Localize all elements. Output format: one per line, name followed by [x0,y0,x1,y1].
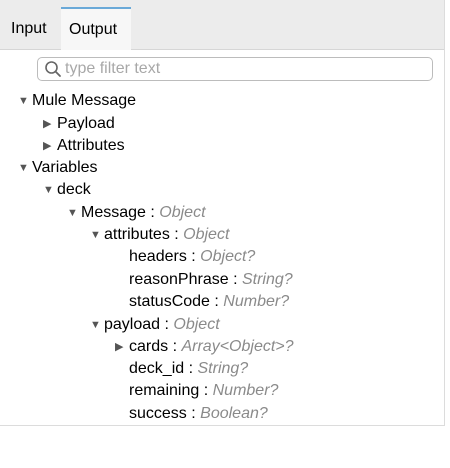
expanded-triangle-icon[interactable]: ▼ [18,90,32,112]
tree-node-deck-id[interactable]: deck_id : String? [115,358,248,380]
node-type: String? [241,271,293,288]
filter-input[interactable] [65,59,425,79]
expanded-triangle-icon[interactable]: ▼ [90,224,104,246]
node-label: Variables [32,159,98,176]
type-separator: : [186,405,201,422]
tree-node-reason-phrase[interactable]: reasonPhrase : String? [115,269,293,291]
tree-node-message[interactable]: ▼ Message : Object [67,202,206,224]
expanded-triangle-icon[interactable]: ▼ [18,157,32,179]
type-separator: : [209,293,224,310]
tree-node-variables[interactable]: ▼ Variables [18,157,98,179]
node-type: Object [183,226,230,243]
node-label: Attributes [57,137,125,154]
node-label: Mule Message [32,92,137,109]
node-label: statusCode [129,293,210,310]
node-label: remaining [129,382,200,399]
expanded-triangle-icon[interactable]: ▼ [90,314,104,336]
tree-node-message-payload[interactable]: ▼ payload : Object [90,314,220,336]
tab-input[interactable]: Input [0,7,60,50]
node-label: headers [129,248,187,265]
collapsed-triangle-icon[interactable]: ▶ [115,336,129,358]
type-separator: : [199,382,213,399]
node-label: deck_id [129,360,185,377]
filter-box[interactable] [37,57,433,81]
expanded-triangle-icon[interactable]: ▼ [67,202,81,224]
tab-output[interactable]: Output [61,7,131,50]
tree-node-headers[interactable]: headers : Object? [115,246,255,268]
tab-output-label: Output [69,21,118,38]
node-label: success [129,405,187,422]
type-separator: : [145,204,160,221]
node-type: Array<Object>? [181,338,294,355]
tree-node-attributes[interactable]: ▶ Attributes [43,135,125,157]
node-type: Number? [212,382,279,399]
collapsed-triangle-icon[interactable]: ▶ [43,135,57,157]
node-type: Object? [200,248,256,265]
node-label: cards [129,338,169,355]
search-icon [45,61,61,77]
tree-node-mule-message[interactable]: ▼ Mule Message [18,90,136,112]
node-label: reasonPhrase [129,271,229,288]
tree-node-payload[interactable]: ▶ Payload [43,113,115,135]
type-separator: : [169,226,184,243]
tab-bar: Input Output [0,0,444,50]
tree-node-cards[interactable]: ▶ cards : Array<Object>? [115,336,294,358]
node-label: payload [104,316,161,333]
tree-node-deck[interactable]: ▼ deck [43,179,91,201]
tree-node-success[interactable]: success : Boolean? [115,403,268,425]
expanded-triangle-icon[interactable]: ▼ [43,179,57,201]
type-separator: : [160,316,174,333]
type-separator: : [184,360,198,377]
node-type: Object [159,204,206,221]
node-type: String? [197,360,249,377]
node-label: Message [81,204,146,221]
node-label: deck [57,181,91,198]
type-separator: : [186,248,201,265]
node-label: Payload [57,115,115,132]
node-type: Boolean? [200,405,268,422]
tree-node-message-attributes[interactable]: ▼ attributes : Object [90,224,229,246]
node-type: Number? [223,293,290,310]
type-separator: : [228,271,242,288]
node-type: Object [173,316,220,333]
tab-input-label: Input [11,20,47,37]
collapsed-triangle-icon[interactable]: ▶ [43,113,57,135]
panel-border [444,0,445,425]
panel-bottom-border [0,425,445,426]
type-separator: : [168,338,182,355]
node-label: attributes [104,226,170,243]
tree-node-status-code[interactable]: statusCode : Number? [115,291,289,313]
tree-node-remaining[interactable]: remaining : Number? [115,380,278,402]
